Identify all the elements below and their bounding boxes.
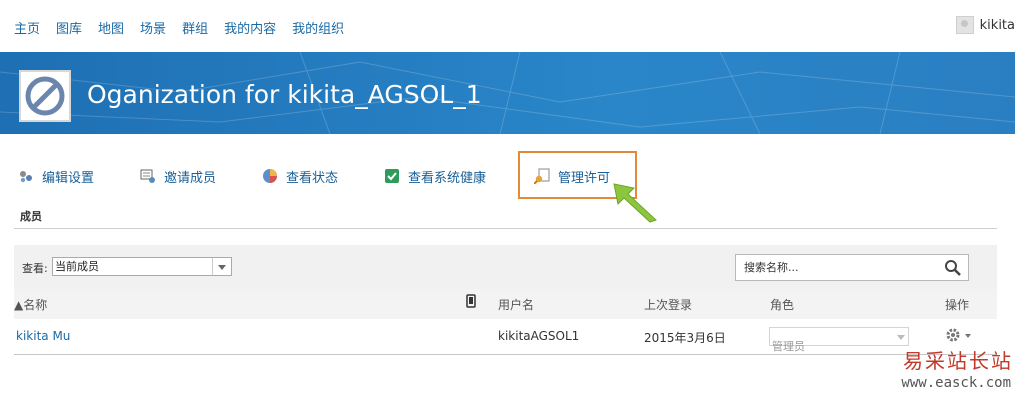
nav-groups[interactable]: 群组 bbox=[182, 18, 208, 37]
nav-links: 主页 图库 地图 场景 群组 我的内容 我的组织 bbox=[14, 18, 344, 37]
column-name[interactable]: ▲名称 bbox=[14, 296, 47, 313]
member-username: kikitaAGSOL1 bbox=[498, 329, 580, 343]
user-menu[interactable]: kikita bbox=[955, 16, 1015, 34]
view-health-link[interactable]: 查看系统健康 bbox=[384, 162, 486, 190]
view-status-label: 查看状态 bbox=[286, 170, 339, 186]
watermark: 易采站长站 www.easck.com bbox=[880, 345, 1015, 400]
search-placeholder: 搜索名称... bbox=[744, 261, 799, 274]
invite-members-link[interactable]: 邀请成员 bbox=[140, 162, 216, 190]
watermark-url: www.easck.com bbox=[901, 375, 1011, 391]
actions-gear-icon[interactable] bbox=[944, 326, 974, 347]
column-username[interactable]: 用户名 bbox=[498, 296, 534, 313]
pointer-arrow-icon bbox=[613, 183, 657, 223]
nav-my-organization[interactable]: 我的组织 bbox=[292, 18, 344, 37]
nav-scene[interactable]: 场景 bbox=[140, 18, 166, 37]
members-section-label: 成员 bbox=[20, 210, 42, 223]
device-icon bbox=[466, 294, 476, 311]
invite-icon bbox=[140, 168, 156, 184]
top-nav: 主页 图库 地图 场景 群组 我的内容 我的组织 kikita bbox=[0, 0, 1015, 52]
nav-gallery[interactable]: 图库 bbox=[56, 18, 82, 37]
pie-chart-icon bbox=[262, 168, 278, 184]
search-icon[interactable] bbox=[944, 259, 962, 277]
view-status-link[interactable]: 查看状态 bbox=[262, 162, 338, 190]
member-last-login: 2015年3月6日 bbox=[644, 331, 726, 345]
nav-home[interactable]: 主页 bbox=[14, 18, 40, 37]
column-last-login[interactable]: 上次登录 bbox=[644, 296, 692, 313]
role-select[interactable]: 管理员 bbox=[769, 327, 909, 353]
row-divider bbox=[14, 354, 997, 355]
role-value: 管理员 bbox=[772, 340, 805, 353]
column-actions: 操作 bbox=[945, 298, 970, 312]
org-title: Oganization for kikita_AGSOL_1 bbox=[87, 80, 482, 109]
chevron-down-icon bbox=[894, 328, 908, 345]
checkbox-icon bbox=[384, 168, 400, 184]
avatar bbox=[955, 16, 974, 34]
view-label: 查看: bbox=[22, 262, 48, 275]
edit-settings-link[interactable]: 编辑设置 bbox=[18, 162, 94, 190]
member-search-input[interactable]: 搜索名称... bbox=[735, 254, 969, 281]
view-health-label: 查看系统健康 bbox=[408, 170, 487, 186]
settings-icon bbox=[18, 168, 34, 184]
divider bbox=[14, 228, 997, 229]
org-banner: Oganization for kikita_AGSOL_1 bbox=[0, 52, 1015, 134]
view-filter-select[interactable]: 当前成员 bbox=[52, 257, 232, 276]
view-filter-value: 当前成员 bbox=[55, 260, 99, 273]
column-role[interactable]: 角色 bbox=[770, 296, 794, 313]
org-logo bbox=[19, 70, 71, 122]
nav-map[interactable]: 地图 bbox=[98, 18, 124, 37]
nav-my-content[interactable]: 我的内容 bbox=[224, 18, 276, 37]
no-logo-icon bbox=[25, 76, 65, 116]
member-name-link[interactable]: kikita Mu bbox=[16, 329, 70, 343]
members-table-header: ▲名称 用户名 上次登录 角色 操作 bbox=[14, 289, 997, 319]
org-toolbar: 编辑设置 邀请成员 查看状态 查看系统健康 管理许可 bbox=[18, 162, 998, 192]
chevron-down-icon bbox=[212, 258, 231, 275]
username: kikita bbox=[979, 17, 1015, 33]
table-row: kikita Mu kikitaAGSOL1 2015年3月6日 管理员 bbox=[14, 319, 997, 353]
invite-members-label: 邀请成员 bbox=[164, 170, 217, 186]
edit-settings-label: 编辑设置 bbox=[42, 170, 95, 186]
watermark-text: 易采站长站 bbox=[903, 349, 1013, 373]
filter-bar: 查看: 当前成员 搜索名称... bbox=[14, 245, 997, 289]
